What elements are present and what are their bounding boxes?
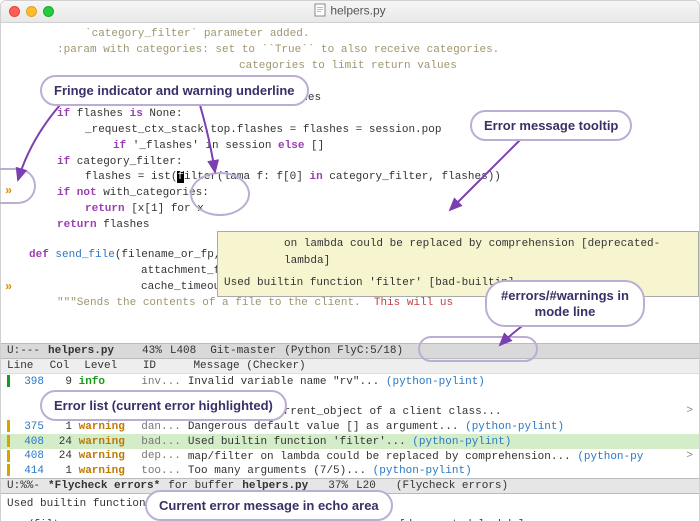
err-msg: Dangerous default value [] as argument..… [188, 421, 459, 433]
tooltip-line: on lambda could be replaced by comprehen… [224, 236, 692, 269]
file-icon [314, 3, 326, 20]
modeline-buffer: *Flycheck errors* [48, 480, 160, 492]
error-row[interactable]: 40824 warning dep... map/filter on lambd… [1, 449, 699, 464]
mode-line-main: U:--- helpers.py 43% L408 Git-master (Py… [1, 343, 699, 359]
callout-echo: Current error message in echo area [145, 490, 393, 521]
code-line: `category_filter` parameter added. [29, 27, 699, 43]
error-row[interactable]: 40824 warning bad... Used builtin functi… [1, 434, 699, 449]
err-col: 24 [44, 436, 72, 448]
err-line: 375 [12, 421, 44, 433]
err-col: 24 [44, 450, 72, 462]
code-line: :param with categories: set to ``True`` … [29, 43, 699, 59]
modeline-percent: 43% [142, 345, 162, 357]
err-col: 1 [44, 421, 72, 433]
fringe-warning-icon: » [5, 183, 12, 200]
code-line: categories to limit return values [29, 59, 699, 75]
err-checker: (python-py [577, 450, 643, 462]
modeline-line: L408 [170, 345, 196, 357]
err-msg: Invalid variable name "rv"... [188, 376, 379, 388]
fringe-warning-icon: » [5, 279, 12, 296]
err-id: too... [141, 465, 181, 477]
window-title-text: helpers.py [330, 4, 385, 18]
err-col: 1 [44, 465, 72, 477]
titlebar: helpers.py [1, 1, 699, 23]
error-row[interactable]: 4141 warning too... Too many arguments (… [1, 463, 699, 478]
error-list-header: Line Col Level ID Message (Checker) [1, 359, 699, 374]
callout-fringe: Fringe indicator and warning underline [40, 75, 309, 106]
code-line: return [x[1] for x [29, 202, 699, 218]
error-row[interactable]: 3989 info inv... Invalid variable name "… [1, 374, 699, 389]
err-line: 414 [12, 465, 44, 477]
err-col: 9 [44, 376, 72, 388]
fringe: » » [1, 23, 25, 343]
err-checker: (python-pylint) [412, 436, 511, 448]
err-id: dep... [141, 450, 181, 462]
err-id: inv... [141, 376, 181, 388]
callout-tooltip: Error message tooltip [470, 110, 632, 141]
err-checker: (python-pylint) [373, 465, 472, 477]
window-controls [9, 6, 54, 17]
err-msg: Too many arguments (7/5)... [188, 465, 366, 477]
modeline-file: helpers.py [48, 345, 114, 357]
err-line: 408 [12, 436, 44, 448]
err-line: 408 [12, 450, 44, 462]
err-level: warning [79, 450, 135, 462]
modeline-status: U:--- [7, 345, 40, 357]
err-level: info [79, 376, 135, 388]
err-msg: Used builtin function 'filter'... [188, 436, 406, 448]
callout-errlist: Error list (current error highlighted) [40, 390, 287, 421]
modeline-mode: (Flycheck errors) [396, 480, 508, 492]
close-icon[interactable] [9, 6, 20, 17]
err-id: dan... [141, 421, 181, 433]
err-checker: (python-pylint) [465, 421, 564, 433]
code-line: if not with_categories: [29, 186, 699, 202]
modeline-status: U:%%- [7, 480, 40, 492]
err-line: 398 [12, 376, 44, 388]
err-level: warning [79, 421, 135, 433]
code-line: if category_filter: [29, 155, 699, 171]
err-msg: map/filter on lambda could be replaced b… [188, 450, 571, 462]
window-title: helpers.py [1, 3, 699, 20]
code-line: flashes = ist(filter(lama f: f[0] in cat… [29, 170, 699, 186]
err-level: warning [79, 465, 135, 477]
err-id: bad... [141, 436, 181, 448]
zoom-icon[interactable] [43, 6, 54, 17]
modeline-vcs: Git-master [210, 345, 276, 357]
modeline-mode: (Python FlyC:5/18) [284, 345, 403, 357]
callout-modeline: #errors/#warnings in mode line [485, 280, 645, 327]
err-level: warning [79, 436, 135, 448]
minimize-icon[interactable] [26, 6, 37, 17]
err-checker: (python-pylint) [386, 376, 485, 388]
